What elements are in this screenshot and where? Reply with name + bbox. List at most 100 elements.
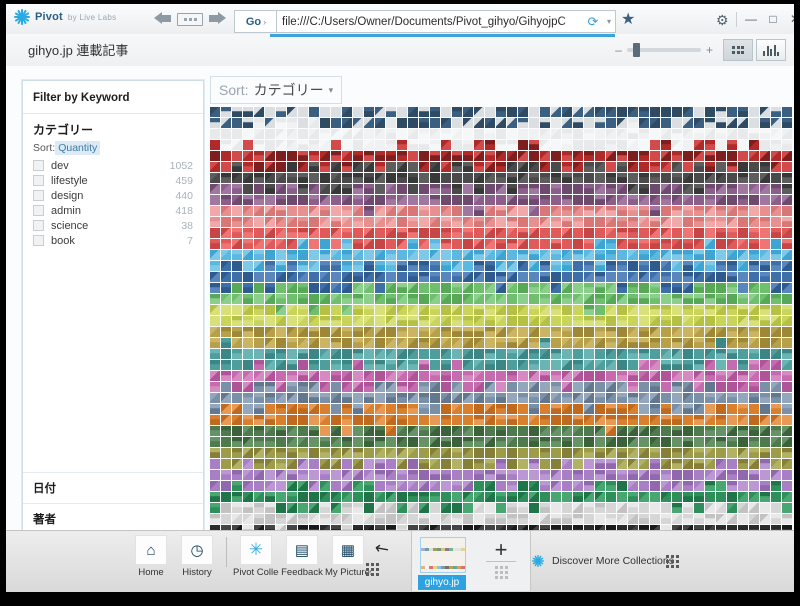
- thumbnail-tile[interactable]: [705, 349, 715, 359]
- thumbnail-tile[interactable]: [573, 514, 583, 524]
- thumbnail-tile[interactable]: [276, 107, 286, 117]
- thumbnail-tile[interactable]: [507, 228, 517, 238]
- thumbnail-tile[interactable]: [738, 437, 748, 447]
- thumbnail-tile[interactable]: [408, 217, 418, 227]
- thumbnail-tile[interactable]: [485, 173, 495, 183]
- thumbnail-tile[interactable]: [683, 129, 693, 139]
- thumbnail-tile[interactable]: [463, 118, 473, 128]
- thumbnail-tile[interactable]: [650, 503, 660, 513]
- thumbnail-tile[interactable]: [771, 173, 781, 183]
- thumbnail-tile[interactable]: [364, 151, 374, 161]
- thumbnail-tile[interactable]: [771, 195, 781, 205]
- thumbnail-tile[interactable]: [551, 382, 561, 392]
- thumbnail-tile[interactable]: [210, 404, 220, 414]
- thumbnail-tile[interactable]: [265, 195, 275, 205]
- thumbnail-tile[interactable]: [782, 107, 792, 117]
- thumbnail-tile[interactable]: [320, 316, 330, 326]
- thumbnail-tile[interactable]: [474, 184, 484, 194]
- thumbnail-tile[interactable]: [760, 514, 770, 524]
- thumbnail-tile[interactable]: [507, 162, 517, 172]
- thumbnail-tile[interactable]: [661, 162, 671, 172]
- thumbnail-tile[interactable]: [419, 503, 429, 513]
- thumbnail-tile[interactable]: [353, 426, 363, 436]
- thumbnail-tile[interactable]: [529, 250, 539, 260]
- thumbnail-tile[interactable]: [760, 162, 770, 172]
- thumbnail-tile[interactable]: [507, 426, 517, 436]
- thumbnail-tile[interactable]: [430, 448, 440, 458]
- thumbnail-tile[interactable]: [243, 327, 253, 337]
- thumbnail-tile[interactable]: [342, 514, 352, 524]
- thumbnail-tile[interactable]: [320, 470, 330, 480]
- thumbnail-tile[interactable]: [595, 349, 605, 359]
- thumbnail-tile[interactable]: [617, 140, 627, 150]
- thumbnail-tile[interactable]: [375, 415, 385, 425]
- thumbnail-tile[interactable]: [375, 360, 385, 370]
- thumbnail-tile[interactable]: [276, 206, 286, 216]
- thumbnail-tile[interactable]: [386, 459, 396, 469]
- thumbnail-tile[interactable]: [694, 250, 704, 260]
- thumbnail-tile[interactable]: [661, 426, 671, 436]
- thumbnail-tile[interactable]: [298, 217, 308, 227]
- thumbnail-tile[interactable]: [672, 437, 682, 447]
- thumbnail-tile[interactable]: [430, 250, 440, 260]
- thumbnail-tile[interactable]: [452, 206, 462, 216]
- thumbnail-tile[interactable]: [331, 118, 341, 128]
- thumbnail-tile[interactable]: [221, 492, 231, 502]
- thumbnail-tile[interactable]: [518, 294, 528, 304]
- thumbnail-tile[interactable]: [342, 327, 352, 337]
- thumbnail-tile[interactable]: [496, 371, 506, 381]
- thumbnail-tile[interactable]: [562, 382, 572, 392]
- thumbnail-tile[interactable]: [738, 426, 748, 436]
- thumbnail-tile[interactable]: [309, 503, 319, 513]
- thumbnail-tile[interactable]: [617, 151, 627, 161]
- thumbnail-tile[interactable]: [221, 481, 231, 491]
- thumbnail-tile[interactable]: [518, 503, 528, 513]
- thumbnail-tile[interactable]: [639, 283, 649, 293]
- thumbnail-tile[interactable]: [694, 492, 704, 502]
- thumbnail-tile[interactable]: [672, 261, 682, 271]
- thumbnail-tile[interactable]: [309, 382, 319, 392]
- thumbnail-tile[interactable]: [419, 239, 429, 249]
- thumbnail-tile[interactable]: [210, 426, 220, 436]
- thumbnail-tile[interactable]: [276, 514, 286, 524]
- thumbnail-tile[interactable]: [452, 503, 462, 513]
- thumbnail-tile[interactable]: [716, 349, 726, 359]
- thumbnail-tile[interactable]: [210, 151, 220, 161]
- thumbnail-tile[interactable]: [419, 118, 429, 128]
- thumbnail-tile[interactable]: [441, 184, 451, 194]
- thumbnail-tile[interactable]: [782, 151, 792, 161]
- thumbnail-tile[interactable]: [727, 382, 737, 392]
- thumbnail-tile[interactable]: [617, 107, 627, 117]
- thumbnail-tile[interactable]: [441, 415, 451, 425]
- thumbnail-tile[interactable]: [529, 514, 539, 524]
- thumbnail-tile[interactable]: [419, 481, 429, 491]
- thumbnail-tile[interactable]: [771, 338, 781, 348]
- thumbnail-tile[interactable]: [507, 129, 517, 139]
- thumbnail-tile[interactable]: [342, 272, 352, 282]
- thumbnail-tile[interactable]: [628, 459, 638, 469]
- thumbnail-tile[interactable]: [727, 107, 737, 117]
- thumbnail-tile[interactable]: [716, 250, 726, 260]
- thumbnail-tile[interactable]: [243, 239, 253, 249]
- thumbnail-tile[interactable]: [419, 338, 429, 348]
- thumbnail-tile[interactable]: [617, 360, 627, 370]
- thumbnail-tile[interactable]: [298, 360, 308, 370]
- thumbnail-tile[interactable]: [265, 250, 275, 260]
- thumbnail-tile[interactable]: [386, 250, 396, 260]
- thumbnail-tile[interactable]: [441, 514, 451, 524]
- thumbnail-tile[interactable]: [529, 162, 539, 172]
- thumbnail-tile[interactable]: [386, 470, 396, 480]
- thumbnail-tile[interactable]: [254, 393, 264, 403]
- thumbnail-tile[interactable]: [287, 261, 297, 271]
- thumbnail-tile[interactable]: [705, 481, 715, 491]
- thumbnail-tile[interactable]: [518, 426, 528, 436]
- thumbnail-tile[interactable]: [474, 415, 484, 425]
- thumbnail-tile[interactable]: [595, 459, 605, 469]
- thumbnail-tile[interactable]: [397, 305, 407, 315]
- thumbnail-tile[interactable]: [496, 173, 506, 183]
- thumbnail-tile[interactable]: [221, 294, 231, 304]
- thumbnail-tile[interactable]: [705, 426, 715, 436]
- thumbnail-tile[interactable]: [309, 140, 319, 150]
- thumbnail-tile[interactable]: [287, 316, 297, 326]
- thumbnail-tile[interactable]: [452, 162, 462, 172]
